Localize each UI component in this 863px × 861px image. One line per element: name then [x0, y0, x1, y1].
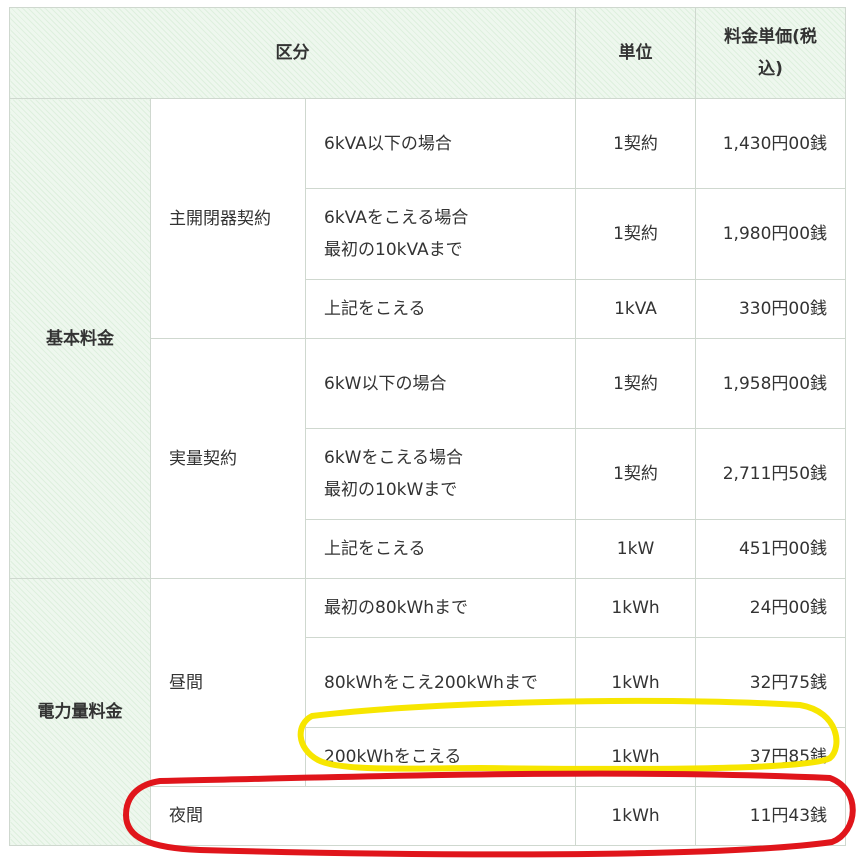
row-unit: 1契約	[575, 98, 697, 189]
row-unit: 1kWh	[575, 578, 697, 638]
subgroup-daytime: 昼間	[150, 578, 306, 787]
row-unit: 1kVA	[575, 279, 697, 339]
row-desc: 6kW以下の場合	[304, 338, 577, 429]
group-energy: 電力量料金	[9, 578, 151, 846]
row-desc: 6kWをこえる場合 最初の10kWまで	[304, 428, 577, 520]
rate-table: 区分 単位 料金単価(税込) 基本料金 主開閉器契約 6kVA以下の場合 1契約…	[8, 7, 847, 846]
row-price: 2,711円50銭	[695, 428, 847, 520]
row-unit: 1kWh	[575, 637, 697, 728]
row-desc: 6kVA以下の場合	[304, 98, 577, 189]
row-unit: 1kW	[575, 519, 697, 579]
row-desc: 6kVAをこえる場合 最初の10kVAまで	[304, 188, 577, 280]
subgroup-actual: 実量契約	[150, 338, 306, 579]
row-desc: 80kWhをこえ200kWhまで	[304, 637, 577, 728]
row-desc: 200kWhをこえる	[304, 727, 577, 787]
group-basic: 基本料金	[9, 98, 151, 579]
row-price: 451円00銭	[695, 519, 847, 579]
row-price: 24円00銭	[695, 578, 847, 638]
row-price: 37円85銭	[695, 727, 847, 787]
row-unit: 1kWh	[575, 786, 697, 846]
header-unit: 単位	[575, 7, 697, 99]
subgroup-night: 夜間	[149, 786, 577, 846]
row-price: 330円00銭	[695, 279, 847, 339]
row-unit: 1契約	[575, 428, 697, 520]
row-desc: 上記をこえる	[304, 279, 577, 339]
row-price: 11円43銭	[695, 786, 847, 846]
row-price: 1,958円00銭	[695, 338, 847, 429]
subgroup-main-breaker: 主開閉器契約	[150, 98, 306, 339]
row-desc: 上記をこえる	[304, 519, 577, 579]
row-unit: 1kWh	[575, 727, 697, 787]
row-price: 1,980円00銭	[695, 188, 847, 280]
row-price: 32円75銭	[695, 637, 847, 728]
row-unit: 1契約	[575, 338, 697, 429]
row-desc: 最初の80kWhまで	[304, 578, 577, 638]
row-price: 1,430円00銭	[695, 98, 847, 189]
row-unit: 1契約	[575, 188, 697, 280]
header-category: 区分	[8, 7, 577, 99]
header-price: 料金単価(税込)	[695, 7, 847, 99]
